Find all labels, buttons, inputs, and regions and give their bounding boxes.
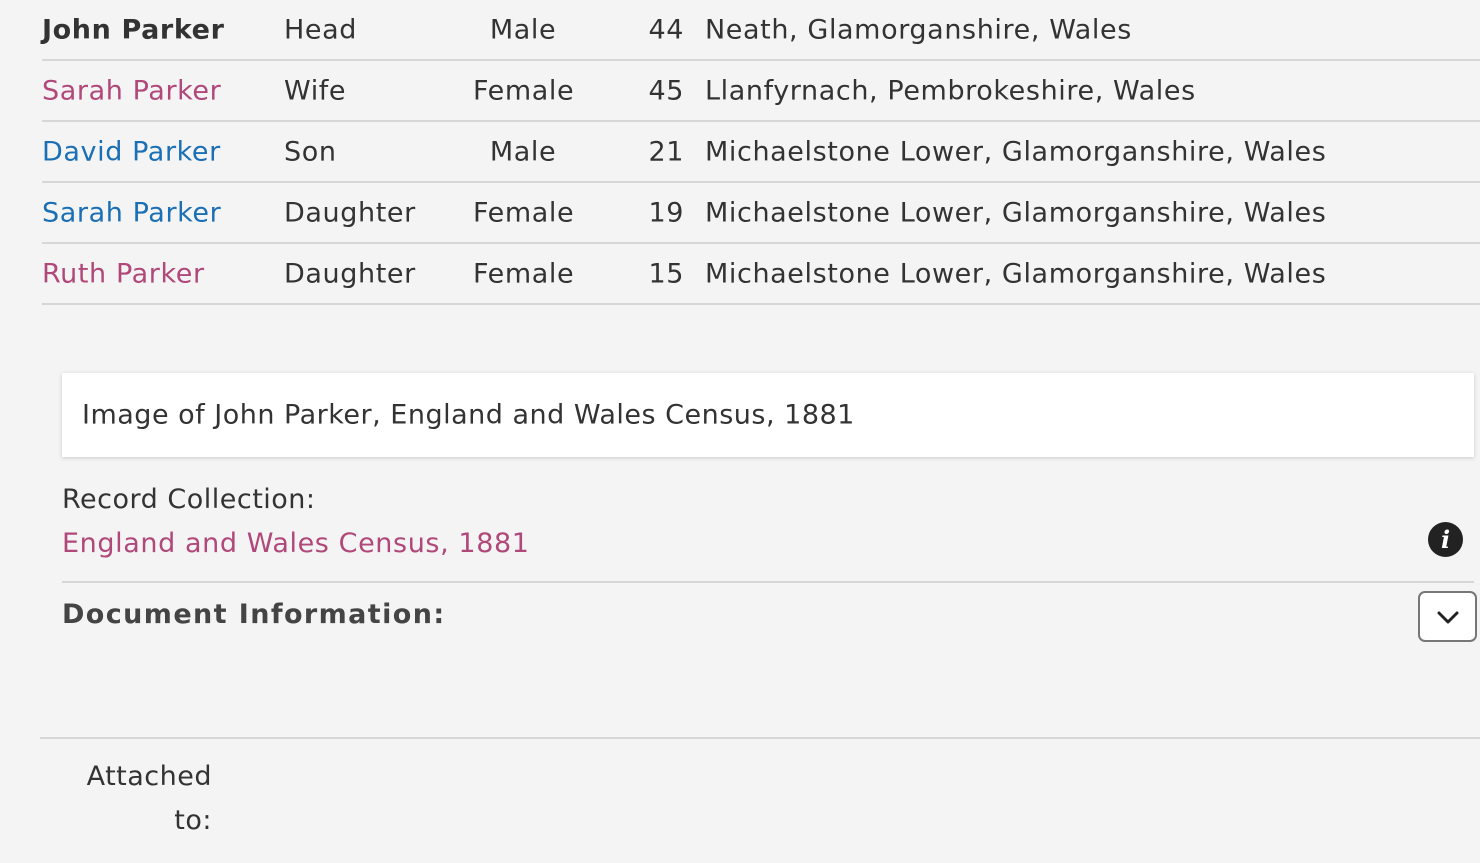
document-information-label: Document Information: xyxy=(62,599,446,630)
record-image-title: Image of John Parker, England and Wales … xyxy=(82,399,855,431)
household-row: Ruth Parker Daughter Female 15 Michaelst… xyxy=(42,244,1480,305)
chevron-down-icon xyxy=(1437,611,1459,624)
member-name-link[interactable]: Ruth Parker xyxy=(42,258,205,289)
divider xyxy=(40,737,1480,739)
member-gender: Female xyxy=(473,75,575,106)
member-name-link[interactable]: Sarah Parker xyxy=(42,197,221,228)
member-age: 21 xyxy=(648,136,684,167)
member-birthplace: Llanfyrnach, Pembrokeshire, Wales xyxy=(705,75,1196,106)
member-name-link[interactable]: David Parker xyxy=(42,136,221,167)
member-relationship: Daughter xyxy=(284,197,416,228)
member-gender: Female xyxy=(473,258,575,289)
member-birthplace: Neath, Glamorganshire, Wales xyxy=(705,14,1132,45)
record-image-card[interactable]: Image of John Parker, England and Wales … xyxy=(62,373,1474,457)
member-relationship: Son xyxy=(284,136,337,167)
member-gender: Female xyxy=(473,197,575,228)
member-gender: Male xyxy=(489,14,557,45)
record-collection-link[interactable]: England and Wales Census, 1881 xyxy=(62,528,530,559)
document-information-toggle-button[interactable] xyxy=(1418,591,1477,642)
household-row: John Parker Head Male 44 Neath, Glamorga… xyxy=(42,0,1480,61)
household-table: John Parker Head Male 44 Neath, Glamorga… xyxy=(42,0,1480,305)
member-gender: Male xyxy=(489,136,557,167)
member-birthplace: Michaelstone Lower, Glamorganshire, Wale… xyxy=(705,197,1327,228)
info-icon[interactable]: i xyxy=(1428,522,1463,557)
member-birthplace: Michaelstone Lower, Glamorganshire, Wale… xyxy=(705,258,1327,289)
member-name: John Parker xyxy=(42,14,225,45)
member-age: 19 xyxy=(648,197,684,228)
household-row: Sarah Parker Daughter Female 19 Michaels… xyxy=(42,183,1480,244)
member-age: 45 xyxy=(648,75,684,106)
member-relationship: Daughter xyxy=(284,258,416,289)
household-row: Sarah Parker Wife Female 45 Llanfyrnach,… xyxy=(42,61,1480,122)
member-name-link[interactable]: Sarah Parker xyxy=(42,75,221,106)
record-collection-label: Record Collection: xyxy=(62,484,316,515)
attached-to-label: Attached to: xyxy=(86,761,212,836)
member-birthplace: Michaelstone Lower, Glamorganshire, Wale… xyxy=(705,136,1327,167)
household-row: David Parker Son Male 21 Michaelstone Lo… xyxy=(42,122,1480,183)
member-relationship: Wife xyxy=(284,75,347,106)
member-age: 15 xyxy=(648,258,684,289)
divider xyxy=(62,581,1474,583)
member-relationship: Head xyxy=(284,14,357,45)
member-age: 44 xyxy=(648,14,684,45)
